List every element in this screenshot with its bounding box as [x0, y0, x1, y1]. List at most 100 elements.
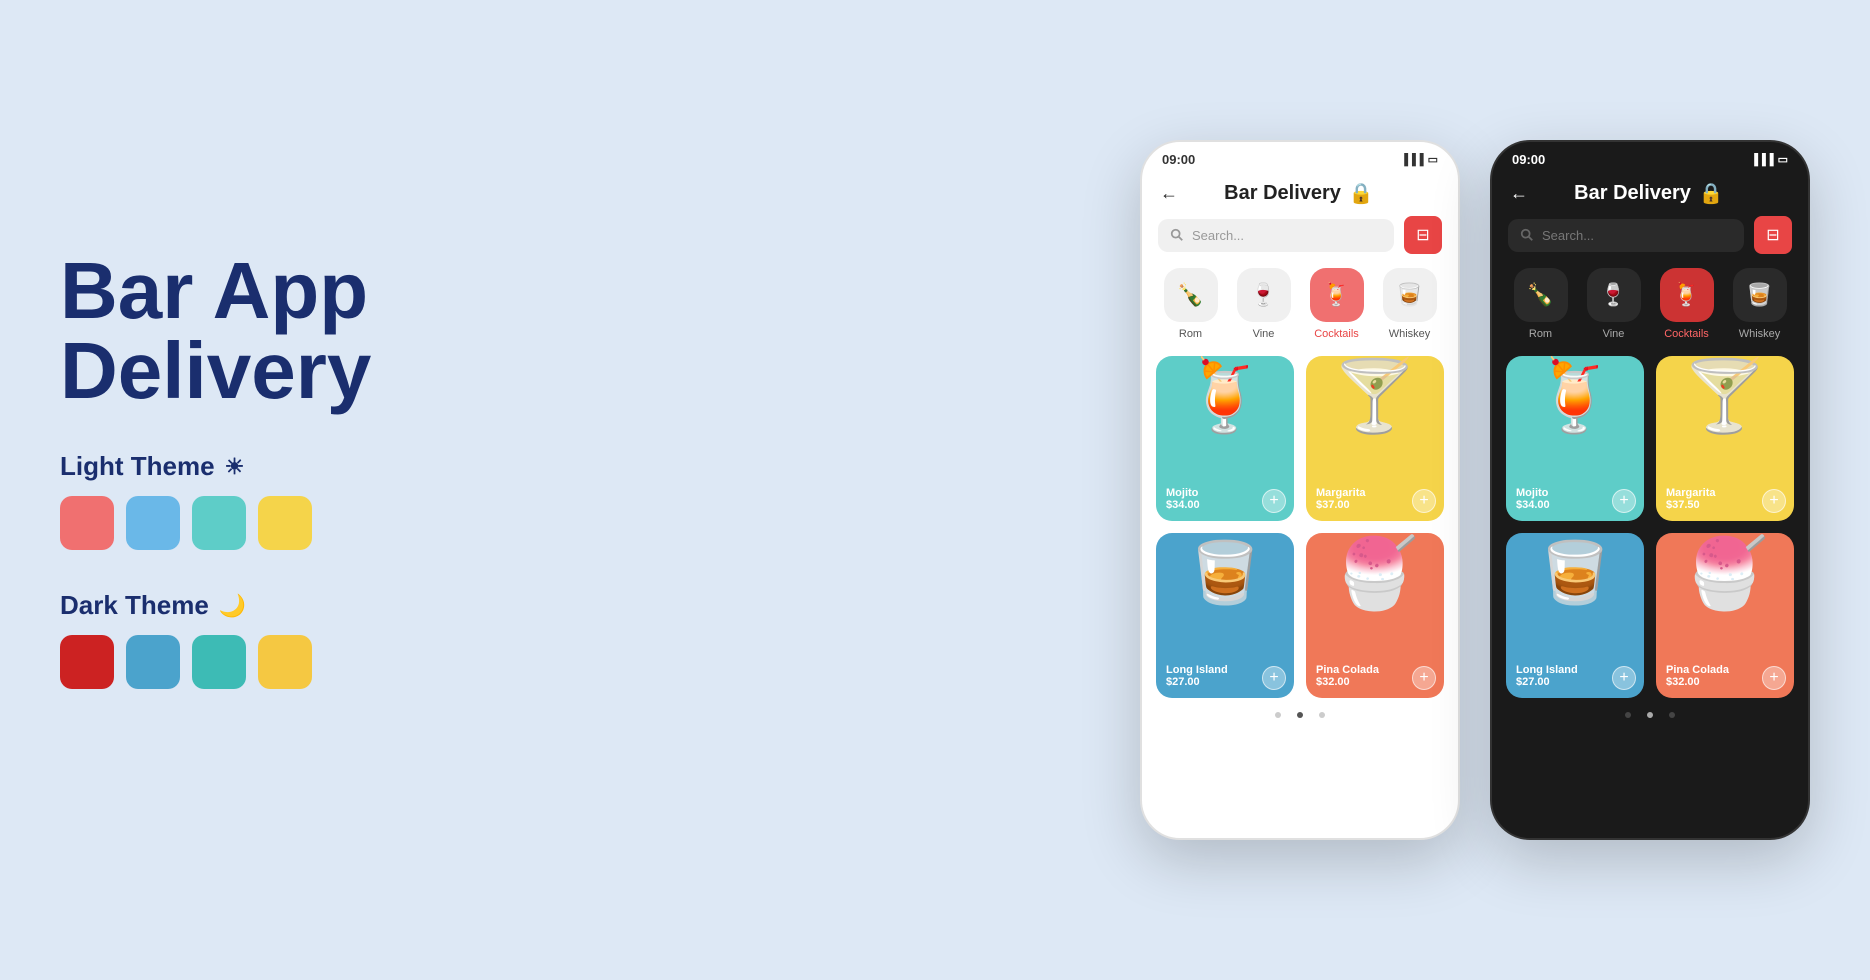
bottom-nav-dark [1492, 698, 1808, 724]
pinacolada-emoji-dark: 🍧 [1681, 538, 1768, 608]
mojito-add-light[interactable]: + [1262, 489, 1286, 513]
whiskey-label-light: Whiskey [1389, 328, 1431, 340]
light-theme-section: Light Theme ☀ [60, 451, 480, 550]
filter-button-dark[interactable]: ⊟ [1754, 216, 1792, 254]
cocktail-grid-dark: 🍹 Mojito $34.00 + 🍸 Margarita $37.50 + 🥃… [1492, 356, 1808, 698]
signal-icon-dark: ▐▐▐ [1750, 154, 1773, 166]
back-button-light[interactable]: ← [1160, 183, 1178, 204]
status-icons-light: ▐▐▐ ▭ [1400, 153, 1438, 166]
dark-theme-label: Dark Theme 🌙 [60, 590, 480, 621]
category-whiskey-dark[interactable]: 🥃 Whiskey [1733, 268, 1787, 340]
category-whiskey-light[interactable]: 🥃 Whiskey [1383, 268, 1437, 340]
moon-icon: 🌙 [219, 593, 246, 619]
vine-icon-wrap-light: 🍷 [1237, 268, 1291, 322]
light-swatch-4 [258, 496, 312, 550]
sun-icon: ☀ [225, 454, 245, 480]
pinacolada-emoji-light: 🍧 [1331, 538, 1418, 608]
title-line1: Bar App [60, 246, 368, 335]
dark-swatch-3 [192, 635, 246, 689]
whiskey-icon-wrap-dark: 🥃 [1733, 268, 1787, 322]
whiskey-label-dark: Whiskey [1739, 328, 1781, 340]
light-swatch-2 [126, 496, 180, 550]
lock-icon-dark: 🔒 [1699, 181, 1724, 206]
filter-button-light[interactable]: ⊟ [1404, 216, 1442, 254]
status-time-light: 09:00 [1162, 152, 1195, 167]
header-title-light: Bar Delivery 🔒 [1224, 181, 1374, 206]
margarita-add-light[interactable]: + [1412, 489, 1436, 513]
rom-label-light: Rom [1179, 328, 1202, 340]
mojito-card-dark[interactable]: 🍹 Mojito $34.00 + [1506, 356, 1644, 521]
nav-dot-3-light [1319, 712, 1325, 718]
margarita-card-dark[interactable]: 🍸 Margarita $37.50 + [1656, 356, 1794, 521]
battery-icon: ▭ [1428, 153, 1438, 166]
longisland-add-dark[interactable]: + [1612, 666, 1636, 690]
nav-dot-2-light [1297, 712, 1303, 718]
cocktails-icon-wrap-light: 🍹 [1310, 268, 1364, 322]
nav-dot-1-light [1275, 712, 1281, 718]
cocktails-icon-wrap-dark: 🍹 [1660, 268, 1714, 322]
signal-icon: ▐▐▐ [1400, 154, 1423, 166]
title-line2: Delivery [60, 326, 371, 415]
search-bar-light: Search... ⊟ [1142, 216, 1458, 268]
mojito-card-light[interactable]: 🍹 Mojito $34.00 + [1156, 356, 1294, 521]
search-icon-dark [1520, 228, 1534, 242]
app-header-dark: ← Bar Delivery 🔒 [1492, 173, 1808, 216]
mojito-emoji-dark: 🍹 [1531, 361, 1618, 431]
dark-swatch-1 [60, 635, 114, 689]
cocktail-grid-light: 🍹 Mojito $34.00 + 🍸 Margarita $37.00 + 🥃… [1142, 356, 1458, 698]
dark-swatch-4 [258, 635, 312, 689]
light-swatches [60, 496, 480, 550]
longisland-card-light[interactable]: 🥃 Long Island $27.00 + [1156, 533, 1294, 698]
pinacolada-add-dark[interactable]: + [1762, 666, 1786, 690]
category-vine-light[interactable]: 🍷 Vine [1237, 268, 1291, 340]
pinacolada-add-light[interactable]: + [1412, 666, 1436, 690]
light-swatch-3 [192, 496, 246, 550]
search-bar-dark: Search... ⊟ [1492, 216, 1808, 268]
light-phone: 09:00 ▐▐▐ ▭ ← Bar Delivery 🔒 Search... [1140, 140, 1460, 840]
category-cocktails-dark[interactable]: 🍹 Cocktails [1660, 268, 1714, 340]
nav-dot-2-dark [1647, 712, 1653, 718]
vine-label-dark: Vine [1603, 328, 1625, 340]
rom-label-dark: Rom [1529, 328, 1552, 340]
margarita-emoji-dark: 🍸 [1681, 361, 1768, 431]
margarita-card-light[interactable]: 🍸 Margarita $37.00 + [1306, 356, 1444, 521]
mojito-add-dark[interactable]: + [1612, 489, 1636, 513]
cocktails-label-dark: Cocktails [1664, 328, 1709, 340]
category-cocktails-light[interactable]: 🍹 Cocktails [1310, 268, 1364, 340]
longisland-emoji-dark: 🥃 [1538, 543, 1613, 603]
header-title-dark: Bar Delivery 🔒 [1574, 181, 1724, 206]
margarita-add-dark[interactable]: + [1762, 489, 1786, 513]
search-input-dark[interactable]: Search... [1508, 219, 1744, 252]
category-rom-light[interactable]: 🍾 Rom [1164, 268, 1218, 340]
back-button-dark[interactable]: ← [1510, 183, 1528, 204]
vine-label-light: Vine [1253, 328, 1275, 340]
light-theme-label: Light Theme ☀ [60, 451, 480, 482]
phones-container: 09:00 ▐▐▐ ▭ ← Bar Delivery 🔒 Search... [1140, 140, 1810, 840]
dark-swatches [60, 635, 480, 689]
nav-dot-3-dark [1669, 712, 1675, 718]
dark-swatch-2 [126, 635, 180, 689]
bottom-nav-light [1142, 698, 1458, 724]
longisland-add-light[interactable]: + [1262, 666, 1286, 690]
nav-dot-1-dark [1625, 712, 1631, 718]
dark-phone: 09:00 ▐▐▐ ▭ ← Bar Delivery 🔒 Search... [1490, 140, 1810, 840]
app-header-light: ← Bar Delivery 🔒 [1142, 173, 1458, 216]
longisland-card-dark[interactable]: 🥃 Long Island $27.00 + [1506, 533, 1644, 698]
search-icon-light [1170, 228, 1184, 242]
cocktails-label-light: Cocktails [1314, 328, 1359, 340]
rom-icon-wrap-light: 🍾 [1164, 268, 1218, 322]
status-time-dark: 09:00 [1512, 152, 1545, 167]
light-swatch-1 [60, 496, 114, 550]
whiskey-icon-wrap-light: 🥃 [1383, 268, 1437, 322]
pinacolada-card-dark[interactable]: 🍧 Pina Colada $32.00 + [1656, 533, 1794, 698]
status-icons-dark: ▐▐▐ ▭ [1750, 153, 1788, 166]
rom-icon-wrap-dark: 🍾 [1514, 268, 1568, 322]
margarita-emoji-light: 🍸 [1331, 361, 1418, 431]
categories-dark: 🍾 Rom 🍷 Vine 🍹 Cocktails 🥃 Whiskey [1492, 268, 1808, 356]
category-rom-dark[interactable]: 🍾 Rom [1514, 268, 1568, 340]
category-vine-dark[interactable]: 🍷 Vine [1587, 268, 1641, 340]
search-input-light[interactable]: Search... [1158, 219, 1394, 252]
status-bar-light: 09:00 ▐▐▐ ▭ [1142, 142, 1458, 173]
pinacolada-card-light[interactable]: 🍧 Pina Colada $32.00 + [1306, 533, 1444, 698]
dark-theme-section: Dark Theme 🌙 [60, 590, 480, 689]
